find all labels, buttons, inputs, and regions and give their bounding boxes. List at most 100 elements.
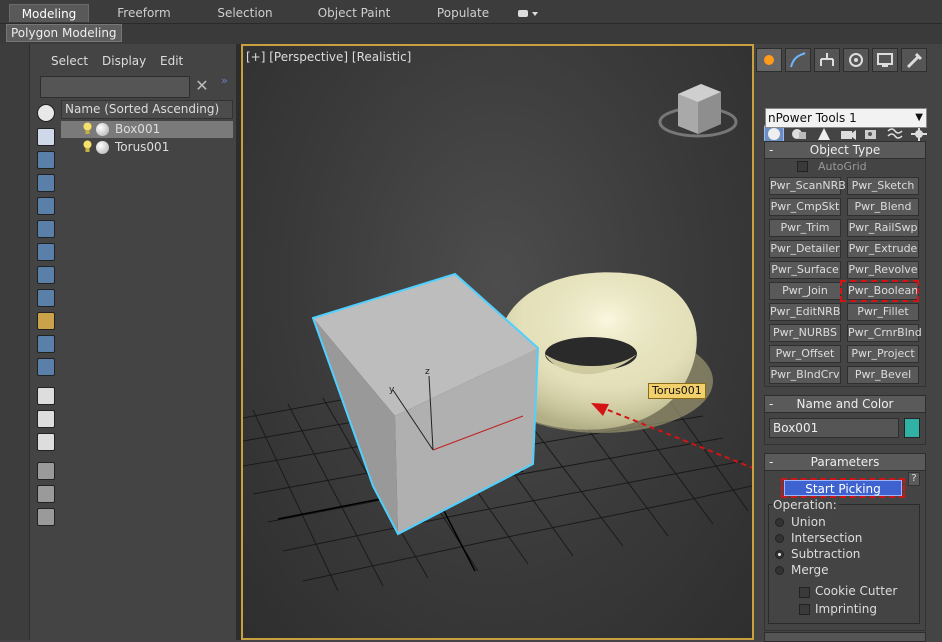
list-item[interactable]: Box001	[61, 121, 233, 138]
button-pwr-revolve[interactable]: Pwr_Revolve	[847, 261, 919, 279]
tab-populate[interactable]: Populate	[425, 4, 501, 22]
object-color-swatch[interactable]	[904, 418, 920, 438]
tab-create-icon[interactable]	[756, 48, 782, 72]
display-invert-icon[interactable]	[37, 433, 55, 451]
object-type-rollout-header[interactable]: - Object Type	[764, 141, 926, 159]
column-header-name[interactable]: Name (Sorted Ascending)	[61, 100, 233, 119]
viewcube-icon[interactable]	[658, 84, 738, 138]
display-none-icon[interactable]	[37, 410, 55, 428]
autogrid-checkbox[interactable]	[797, 161, 808, 172]
filter-icon[interactable]	[37, 462, 55, 480]
rollout-title: Parameters	[810, 455, 880, 469]
display-groups-icon[interactable]	[37, 243, 55, 261]
dropdown-value: nPower Tools 1	[768, 111, 857, 125]
box001-object[interactable]	[311, 272, 540, 536]
tab-selection[interactable]: Selection	[207, 4, 283, 22]
clear-search-icon[interactable]: ✕	[194, 76, 210, 96]
menu-display[interactable]: Display	[102, 54, 146, 68]
next-rollout-header[interactable]	[764, 632, 926, 642]
button-pwr-crnrblnd[interactable]: Pwr_CrnrBlnd	[847, 324, 922, 342]
list-item[interactable]: Torus001	[61, 139, 233, 156]
ribbon-subbar	[0, 24, 942, 44]
axis-label-y: y	[389, 385, 395, 395]
tab-modify-icon[interactable]	[785, 48, 811, 72]
rollout-title: Object Type	[809, 143, 881, 157]
ribbon-bar: Modeling Freeform Selection Object Paint…	[0, 0, 942, 24]
button-pwr-editnrb[interactable]: Pwr_EditNRB	[769, 303, 841, 321]
highlight-start-picking	[781, 478, 905, 498]
button-pwr-surface[interactable]: Pwr_Surface	[769, 261, 841, 279]
layer-filter-icon[interactable]	[37, 508, 55, 526]
viewport-perspective[interactable]: [+] [Perspective] [Realistic] y z	[241, 44, 754, 640]
display-frozen-icon[interactable]	[37, 335, 55, 353]
radio-subtraction[interactable]	[775, 550, 784, 559]
display-xrefs-icon[interactable]	[37, 266, 55, 284]
viewport-scene[interactable]: y z	[243, 46, 752, 638]
expand-chevron-icon[interactable]: »	[221, 74, 228, 87]
tab-freeform[interactable]: Freeform	[106, 4, 182, 22]
radio-intersection[interactable]	[775, 534, 784, 543]
object-name-field[interactable]: Box001	[769, 418, 899, 438]
button-pwr-fillet[interactable]: Pwr_Fillet	[847, 303, 919, 321]
polygon-modeling-tab[interactable]: Polygon Modeling	[6, 24, 122, 42]
button-pwr-offset[interactable]: Pwr_Offset	[769, 345, 841, 363]
display-bones-icon[interactable]	[37, 289, 55, 307]
menu-select[interactable]: Select	[51, 54, 88, 68]
object-sphere-icon	[96, 141, 109, 154]
imprinting-checkbox[interactable]	[799, 604, 810, 615]
display-all-icon[interactable]	[37, 387, 55, 405]
help-button[interactable]: ?	[908, 472, 920, 486]
button-pwr-project[interactable]: Pwr_Project	[847, 345, 919, 363]
radio-label-intersection: Intersection	[791, 531, 863, 545]
tab-display-icon[interactable]	[872, 48, 898, 72]
button-pwr-join[interactable]: Pwr_Join	[769, 282, 841, 300]
axis-label-z: z	[425, 367, 430, 377]
radio-union[interactable]	[775, 518, 784, 527]
cookie-cutter-label: Cookie Cutter	[815, 584, 898, 598]
tab-motion-icon[interactable]	[843, 48, 869, 72]
parameters-rollout-header[interactable]: - Parameters	[764, 453, 926, 471]
light-bulb-icon[interactable]	[83, 140, 92, 153]
display-spacewarps-icon[interactable]	[37, 220, 55, 238]
button-pwr-trim[interactable]: Pwr_Trim	[769, 219, 841, 237]
button-pwr-scannrb[interactable]: Pwr_ScanNRB	[769, 177, 846, 195]
display-shapes-icon[interactable]	[37, 128, 55, 146]
scene-search-input[interactable]	[40, 76, 190, 98]
button-pwr-detailer[interactable]: Pwr_Detailer	[769, 240, 841, 258]
button-pwr-railswp[interactable]: Pwr_RailSwp	[847, 219, 919, 237]
cookie-cutter-checkbox[interactable]	[799, 587, 810, 598]
ribbon-options-icon[interactable]	[517, 8, 539, 18]
tab-modeling[interactable]: Modeling	[9, 4, 89, 22]
button-pwr-nurbs[interactable]: Pwr_NURBS	[769, 324, 841, 342]
display-containers-icon[interactable]	[37, 312, 55, 330]
category-dropdown[interactable]: nPower Tools 1 ▼	[765, 108, 927, 128]
menu-edit[interactable]: Edit	[160, 54, 183, 68]
button-pwr-blend[interactable]: Pwr_Blend	[847, 198, 919, 216]
collapse-icon[interactable]: -	[769, 142, 773, 158]
collapse-icon[interactable]: -	[769, 454, 773, 470]
button-pwr-cmpskt[interactable]: Pwr_CmpSkt	[769, 198, 841, 216]
display-cameras-icon[interactable]	[37, 174, 55, 192]
tab-utilities-icon[interactable]	[901, 48, 927, 72]
highlight-pwr-boolean	[840, 280, 919, 302]
collapse-icon[interactable]: -	[769, 396, 773, 412]
tab-hierarchy-icon[interactable]	[814, 48, 840, 72]
light-bulb-icon[interactable]	[83, 122, 92, 135]
rollout-title: Name and Color	[796, 397, 894, 411]
radio-merge[interactable]	[775, 566, 784, 575]
display-hidden-icon[interactable]	[37, 358, 55, 376]
tab-object-paint[interactable]: Object Paint	[310, 4, 398, 22]
button-pwr-bevel[interactable]: Pwr_Bevel	[847, 366, 919, 384]
display-helpers-icon[interactable]	[37, 197, 55, 215]
filter-selected-icon[interactable]	[37, 485, 55, 503]
display-lights-icon[interactable]	[37, 151, 55, 169]
name-color-rollout-header[interactable]: - Name and Color	[764, 395, 926, 413]
button-pwr-sketch[interactable]: Pwr_Sketch	[847, 177, 919, 195]
object-tooltip: Torus001	[648, 383, 706, 399]
button-pwr-blndcrv[interactable]: Pwr_BlndCrv	[769, 366, 841, 384]
radio-label-merge: Merge	[791, 563, 829, 577]
display-geometry-icon[interactable]	[37, 104, 55, 122]
object-sphere-icon	[96, 123, 109, 136]
button-pwr-extrude[interactable]: Pwr_Extrude	[847, 240, 919, 258]
list-item-label: Torus001	[115, 140, 170, 154]
